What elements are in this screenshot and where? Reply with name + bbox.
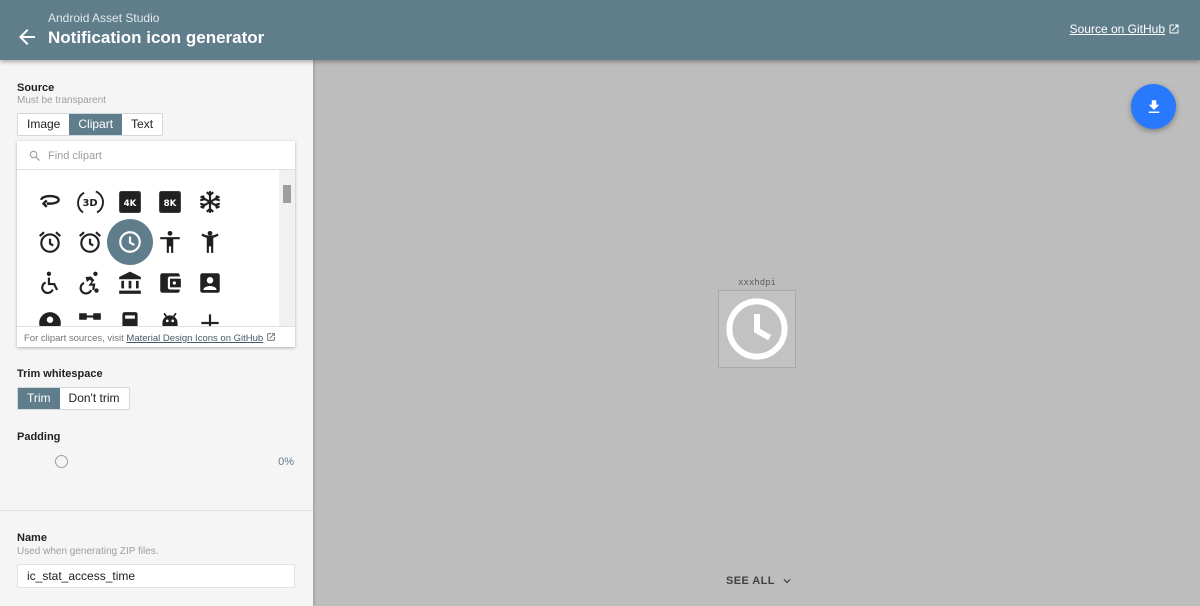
section-divider (0, 510, 313, 511)
tab-text[interactable]: Text (122, 114, 162, 135)
adb-icon[interactable] (150, 303, 190, 326)
search-icon (29, 150, 40, 161)
page-title: Notification icon generator (48, 28, 265, 47)
accessible-icon[interactable] (30, 263, 70, 303)
clipart-search (17, 141, 295, 170)
github-link[interactable]: Source on GitHub (1070, 22, 1180, 36)
svg-text:8K: 8K (164, 199, 177, 209)
source-label: Source (17, 82, 55, 94)
add-icon[interactable] (190, 303, 230, 326)
account-balance-icon[interactable] (110, 263, 150, 303)
open-in-new-icon (1169, 24, 1179, 34)
account-tree-icon[interactable] (70, 303, 110, 326)
arrow-back-icon[interactable] (14, 25, 40, 49)
clipart-scrollbar[interactable] (279, 170, 295, 326)
github-link-label[interactable]: Source on GitHub (1070, 22, 1165, 36)
see-all-label[interactable]: SEE ALL (726, 575, 775, 587)
download-button[interactable] (1131, 84, 1176, 129)
tab-image[interactable]: Image (18, 114, 69, 135)
dont-trim-button[interactable]: Don't trim (60, 388, 129, 409)
source-hint: Must be transparent (17, 95, 106, 106)
account-circle-icon[interactable] (30, 303, 70, 326)
8k-icon[interactable]: 8K (150, 182, 190, 222)
clipart-picker: 3D 4K 8K (17, 141, 295, 347)
3d-rotation-icon[interactable] (30, 182, 70, 222)
ac-unit-icon[interactable] (190, 182, 230, 222)
chevron-down-icon (783, 579, 791, 584)
access-time-icon[interactable] (107, 219, 153, 265)
clipart-scrollbar-thumb[interactable] (283, 185, 291, 203)
access-time-icon (726, 298, 788, 360)
account-box-icon[interactable] (190, 263, 230, 303)
clipart-footer: For clipart sources, visit Material Desi… (17, 326, 295, 347)
material-icons-link[interactable]: Material Design Icons on GitHub (126, 333, 263, 344)
trim-button[interactable]: Trim (18, 388, 60, 409)
svg-text:3D: 3D (82, 198, 97, 209)
download-icon (1148, 99, 1159, 113)
trim-label: Trim whitespace (17, 368, 103, 380)
app-subtitle: Android Asset Studio (48, 11, 160, 25)
source-type-tabs: Image Clipart Text (17, 113, 164, 136)
clipart-search-input[interactable] (48, 147, 278, 164)
icon-preview (718, 290, 796, 368)
name-label: Name (17, 532, 47, 544)
app-bar: Android Asset Studio Notification icon g… (0, 0, 1200, 60)
clipart-grid: 3D 4K 8K (17, 170, 279, 326)
ad-units-icon[interactable] (110, 303, 150, 326)
access-alarms-icon[interactable] (70, 222, 110, 262)
clipart-footer-text: For clipart sources, visit (24, 333, 124, 344)
density-label: xxxhdpi (738, 278, 776, 288)
padding-label: Padding (17, 431, 61, 443)
access-alarm-icon[interactable] (30, 222, 70, 262)
accessibility-icon[interactable] (150, 222, 190, 262)
tab-clipart[interactable]: Clipart (69, 114, 123, 135)
accessibility-new-icon[interactable] (190, 222, 230, 262)
open-in-new-icon (267, 333, 275, 341)
svg-text:4K: 4K (124, 199, 137, 209)
trim-options: Trim Don't trim (17, 387, 130, 410)
account-balance-wallet-icon[interactable] (150, 263, 190, 303)
options-sidebar: Source Must be transparent Image Clipart… (0, 60, 313, 606)
4k-icon[interactable]: 4K (110, 182, 150, 222)
3d-icon[interactable]: 3D (70, 182, 110, 222)
see-all-button[interactable]: SEE ALL (726, 574, 794, 588)
name-hint: Used when generating ZIP files. (17, 546, 159, 557)
name-field[interactable] (17, 564, 295, 588)
padding-value: 0% (278, 456, 294, 468)
accessible-forward-icon[interactable] (70, 263, 110, 303)
padding-slider[interactable] (55, 455, 68, 468)
